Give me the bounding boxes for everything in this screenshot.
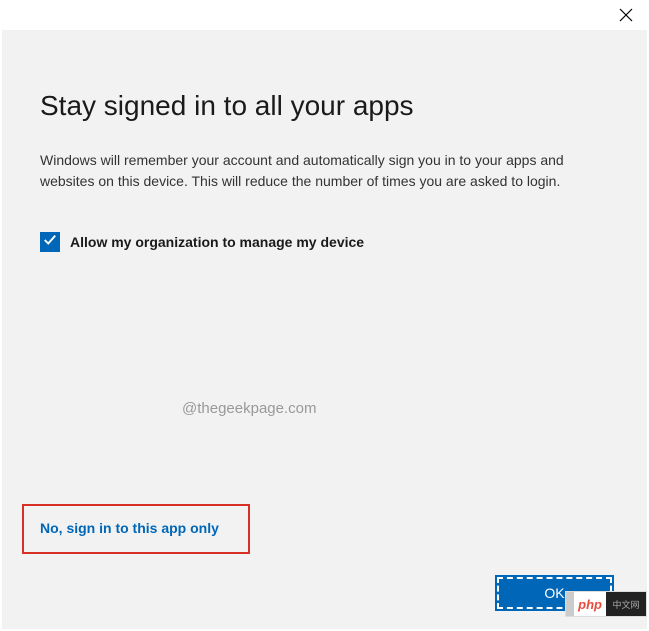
watermark-text: @thegeekpage.com: [182, 400, 316, 417]
badge-php-text: php: [578, 597, 602, 612]
dialog-title: Stay signed in to all your apps: [40, 90, 609, 122]
dialog-description: Windows will remember your account and a…: [40, 150, 609, 192]
signin-dialog: Stay signed in to all your apps Windows …: [2, 30, 647, 629]
php-badge: php 中文网: [565, 591, 647, 617]
badge-left-bar: [566, 592, 574, 616]
manage-device-checkbox-row[interactable]: Allow my organization to manage my devic…: [40, 232, 609, 252]
checkmark-icon: [43, 233, 57, 252]
manage-device-checkbox-label: Allow my organization to manage my devic…: [70, 234, 364, 250]
app-only-link-highlight: No, sign in to this app only: [22, 504, 250, 554]
badge-right-text: 中文网: [606, 592, 646, 616]
sign-in-app-only-link[interactable]: No, sign in to this app only: [40, 520, 219, 536]
manage-device-checkbox[interactable]: [40, 232, 60, 252]
badge-middle: php: [574, 592, 606, 616]
close-button[interactable]: [619, 8, 633, 27]
close-icon: [619, 9, 633, 26]
